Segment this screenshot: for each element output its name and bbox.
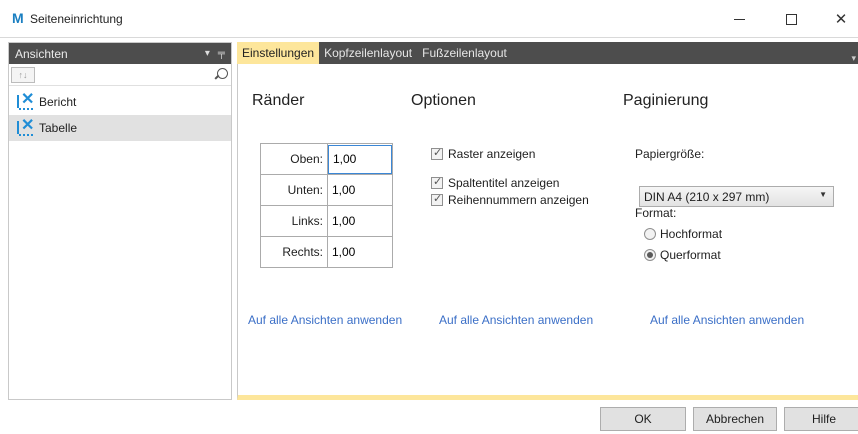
portrait-label: Hochformat	[660, 227, 723, 241]
close-icon: ✕	[834, 11, 848, 28]
show-grid-checkbox-row[interactable]: Raster anzeigen	[431, 146, 536, 161]
views-search-row: ↑↓	[9, 64, 231, 86]
format-label: Format:	[635, 206, 677, 220]
minimize-icon	[733, 18, 745, 20]
margin-row-right: Rechts:	[260, 236, 393, 268]
views-list: ✕ Bericht ✕ Tabelle	[9, 86, 231, 141]
view-item-bericht[interactable]: ✕ Bericht	[9, 89, 231, 115]
table-view-icon: ✕	[17, 118, 35, 136]
view-item-label: Bericht	[39, 95, 77, 109]
help-button[interactable]: Hilfe	[784, 407, 858, 431]
pagination-title: Paginierung	[623, 92, 709, 109]
tab-fusszeilenlayout[interactable]: Fußzeilenlayout	[417, 42, 512, 64]
margin-left-input[interactable]	[328, 206, 392, 236]
margin-right-label: Rechts:	[260, 236, 328, 268]
panel-dropdown-icon[interactable]: ▾	[205, 48, 210, 59]
portrait-radio[interactable]	[644, 228, 656, 240]
margin-row-top: Oben:	[260, 143, 393, 175]
maximize-icon	[785, 13, 797, 25]
views-panel: Ansichten ▾ ╤ ↑↓ ✕ Bericht ✕ Tabelle	[8, 42, 232, 400]
app-logo-icon: M	[12, 10, 24, 26]
search-icon[interactable]	[213, 67, 229, 83]
options-title: Optionen	[411, 92, 476, 109]
window-title: Seiteneinrichtung	[30, 12, 123, 26]
show-row-numbers-checkbox-row[interactable]: Reihennummern anzeigen	[431, 192, 589, 207]
sort-button[interactable]: ↑↓	[11, 66, 35, 83]
margin-top-label: Oben:	[260, 143, 328, 175]
view-item-tabelle[interactable]: ✕ Tabelle	[9, 115, 231, 141]
margin-bottom-label: Unten:	[260, 174, 328, 206]
paper-size-label: Papiergröße:	[635, 147, 705, 161]
margins-table: Oben: Unten: Links: Rechts:	[260, 143, 393, 268]
landscape-label: Querformat	[660, 248, 721, 262]
options-apply-link[interactable]: Auf alle Ansichten anwenden	[439, 313, 593, 327]
margin-left-label: Links:	[260, 205, 328, 237]
tab-overflow-icon[interactable]: ▾	[851, 53, 858, 64]
view-item-label: Tabelle	[39, 121, 78, 135]
show-column-titles-label: Spaltentitel anzeigen	[448, 176, 560, 190]
settings-area: Einstellungen Kopfzeilenlayout Fußzeilen…	[237, 42, 858, 400]
margin-bottom-input[interactable]	[328, 175, 392, 205]
pin-icon[interactable]: ╤	[218, 48, 225, 59]
landscape-radio[interactable]	[644, 249, 656, 261]
tab-bar: Einstellungen Kopfzeilenlayout Fußzeilen…	[237, 42, 858, 64]
show-grid-label: Raster anzeigen	[448, 147, 536, 161]
sort-icon: ↑↓	[18, 69, 28, 80]
views-panel-header: Ansichten ▾ ╤	[9, 43, 231, 64]
landscape-radio-row[interactable]: Querformat	[644, 248, 721, 262]
tab-kopfzeilenlayout[interactable]: Kopfzeilenlayout	[319, 42, 417, 64]
title-bar: M Seiteneinrichtung ✕	[0, 0, 858, 38]
minimize-button[interactable]	[716, 0, 762, 38]
report-view-icon: ✕	[17, 92, 35, 110]
close-button[interactable]: ✕	[818, 0, 858, 38]
show-row-numbers-checkbox[interactable]	[431, 192, 443, 206]
ok-button[interactable]: OK	[600, 407, 686, 431]
chevron-down-icon: ▼	[819, 190, 827, 199]
paper-size-select[interactable]: DIN A4 (210 x 297 mm) ▼	[639, 186, 834, 207]
cancel-button[interactable]: Abbrechen	[693, 407, 777, 431]
show-row-numbers-label: Reihennummern anzeigen	[448, 193, 589, 207]
margin-row-bottom: Unten:	[260, 174, 393, 206]
paper-size-value: DIN A4 (210 x 297 mm)	[644, 189, 770, 204]
settings-content: Ränder Oben: Unten: Links: Rechts: Auf a…	[237, 64, 858, 400]
tab-einstellungen[interactable]: Einstellungen	[237, 42, 320, 64]
margin-right-input[interactable]	[328, 237, 392, 267]
show-grid-checkbox[interactable]	[431, 146, 443, 160]
show-column-titles-checkbox-row[interactable]: Spaltentitel anzeigen	[431, 175, 560, 190]
portrait-radio-row[interactable]: Hochformat	[644, 227, 722, 241]
views-panel-title: Ansichten	[15, 46, 68, 61]
margin-row-left: Links:	[260, 205, 393, 237]
pagination-apply-link[interactable]: Auf alle Ansichten anwenden	[650, 313, 804, 327]
views-search-input[interactable]	[37, 66, 211, 83]
show-column-titles-checkbox[interactable]	[431, 175, 443, 189]
margins-apply-link[interactable]: Auf alle Ansichten anwenden	[248, 313, 402, 327]
margins-title: Ränder	[252, 92, 305, 109]
margin-top-input[interactable]	[328, 144, 392, 174]
maximize-button[interactable]	[768, 0, 814, 38]
